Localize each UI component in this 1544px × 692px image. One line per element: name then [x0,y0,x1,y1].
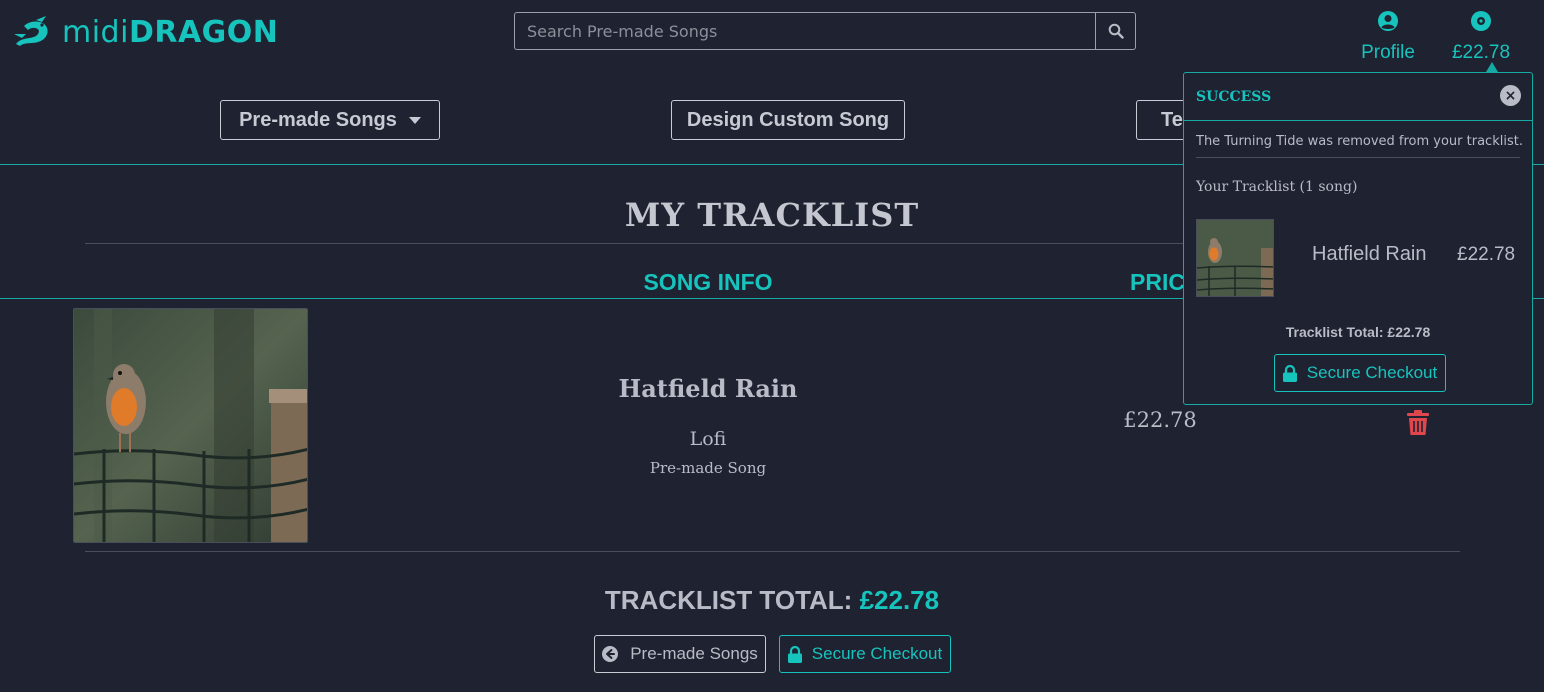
brand-name: midiDRAGON [62,14,279,50]
tracklist-total: TRACKLIST TOTAL: £22.78 [0,585,1544,616]
search-icon [1108,23,1124,39]
popover-item-name[interactable]: Hatfield Rain [1312,243,1427,266]
tracklist-cart-link[interactable]: £22.78 [1446,10,1516,64]
profile-link[interactable]: Profile [1352,10,1424,64]
remove-song-button[interactable] [1407,410,1429,440]
song-type: Pre-made Song [649,459,767,477]
premade-songs-dropdown[interactable]: Pre-made Songs [220,100,440,140]
song-price: £22.78 [1123,408,1197,432]
popover-item-artwork[interactable] [1196,219,1274,297]
back-to-premade-button[interactable]: Pre-made Songs [594,635,766,673]
user-circle-icon [1378,11,1398,31]
robin-thumbnail-image [1197,220,1273,296]
popover-close-button[interactable]: × [1500,85,1521,106]
robin-on-fence-image [74,309,307,542]
popover-checkout-label: Secure Checkout [1306,363,1438,382]
checkout-button-label: Secure Checkout [811,644,943,663]
design-custom-song-button[interactable]: Design Custom Song [671,100,905,140]
popover-message: The Turning Tide was removed from your t… [1196,134,1523,149]
tracklist-total-label: TRACKLIST TOTAL: [604,585,853,615]
cart-total-label: £22.78 [1451,42,1511,63]
back-button-label: Pre-made Songs [630,644,758,663]
song-title[interactable]: Hatfield Rain [560,374,856,403]
popover-title: SUCCESS [1196,89,1272,105]
arrow-left-circle-icon [602,646,619,662]
column-song-info: SONG INFO [643,269,773,295]
popover-header-divider [1184,120,1532,121]
song-genre: Lofi [689,428,727,450]
search-input[interactable] [514,12,1095,50]
design-custom-song-label: Design Custom Song [686,108,890,131]
popover-arrow [1486,62,1498,72]
third-nav-label: Te [1161,108,1183,131]
disc-icon [1471,11,1491,31]
caret-down-icon [408,116,421,124]
close-icon: × [1504,87,1517,104]
tracklist-popover: SUCCESS × The Turning Tide was removed f… [1183,72,1533,405]
brand-logo[interactable]: midiDRAGON [12,14,278,50]
popover-message-divider [1196,157,1520,158]
popover-tracklist-heading: Your Tracklist (1 song) [1196,179,1358,195]
popover-total: Tracklist Total: £22.78 [1285,324,1431,340]
dragon-logo-icon [14,16,48,46]
column-price: PRIC [1130,269,1185,295]
lock-icon [787,645,802,663]
search-button[interactable] [1095,12,1136,50]
row-divider [85,551,1460,552]
song-artwork[interactable] [73,308,308,543]
popover-item-price: £22.78 [1457,244,1516,265]
popover-checkout-button[interactable]: Secure Checkout [1274,354,1446,392]
tracklist-total-value: £22.78 [859,585,940,615]
secure-checkout-button[interactable]: Secure Checkout [779,635,951,673]
search-bar [514,12,1136,50]
lock-icon [1282,364,1297,382]
trash-icon [1407,410,1429,435]
profile-label: Profile [1361,42,1415,63]
premade-songs-label: Pre-made Songs [239,108,397,131]
